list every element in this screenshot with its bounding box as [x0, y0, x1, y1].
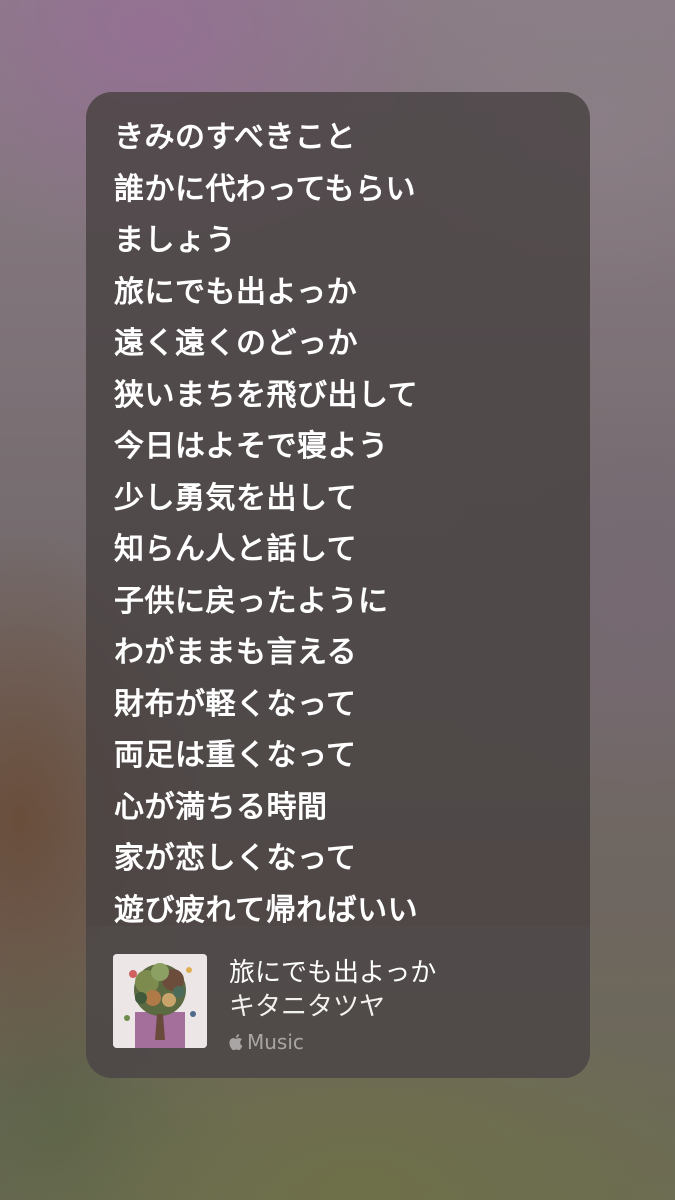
track-meta: 旅にでも出よっか キタニタツヤ Music: [229, 956, 436, 1054]
track-info-footer[interactable]: 旅にでも出よっか キタニタツヤ Music: [86, 926, 590, 1078]
album-artwork-icon: [113, 954, 207, 1048]
lyric-line: 今日はよそで寝よう: [114, 429, 389, 464]
song-title: 旅にでも出よっか: [229, 958, 437, 988]
lyrics-list: きみのすべきこと 誰かに代わってもらい ましょう 旅にでも出よっか 遠く遠くのど…: [114, 112, 574, 936]
lyric-line: 誰かに代わってもらい: [114, 171, 416, 207]
lyric-line: 心が満ちる時間: [114, 789, 328, 825]
lyric-line: きみのすべきこと: [114, 120, 356, 155]
lyric-line: 両足は重くなって: [114, 738, 357, 773]
lyric-line: 少し勇気を出して: [114, 480, 358, 516]
apple-logo-icon: [229, 1034, 243, 1051]
lyric-line: 遠く遠くのどっか: [114, 326, 358, 361]
lyric-line: わがままも言える: [114, 635, 358, 670]
apple-music-badge[interactable]: Music: [229, 1030, 436, 1054]
lyric-line: 知らん人と話して: [114, 532, 358, 567]
lyric-line: 旅にでも出よっか: [114, 274, 358, 310]
lyrics-share-card: きみのすべきこと 誰かに代わってもらい ましょう 旅にでも出よっか 遠く遠くのど…: [86, 92, 590, 1078]
lyric-line: 財布が軽くなって: [114, 686, 357, 722]
lyric-line: 子供に戻ったように: [114, 583, 389, 619]
album-artwork[interactable]: [113, 954, 207, 1048]
artist-name: キタニタツヤ: [229, 992, 386, 1022]
service-label: Music: [247, 1030, 304, 1054]
lyric-line: ましょう: [114, 223, 236, 258]
lyric-line: 家が恋しくなって: [114, 841, 357, 876]
lyric-line: 狭いまちを飛び出して: [114, 377, 419, 413]
